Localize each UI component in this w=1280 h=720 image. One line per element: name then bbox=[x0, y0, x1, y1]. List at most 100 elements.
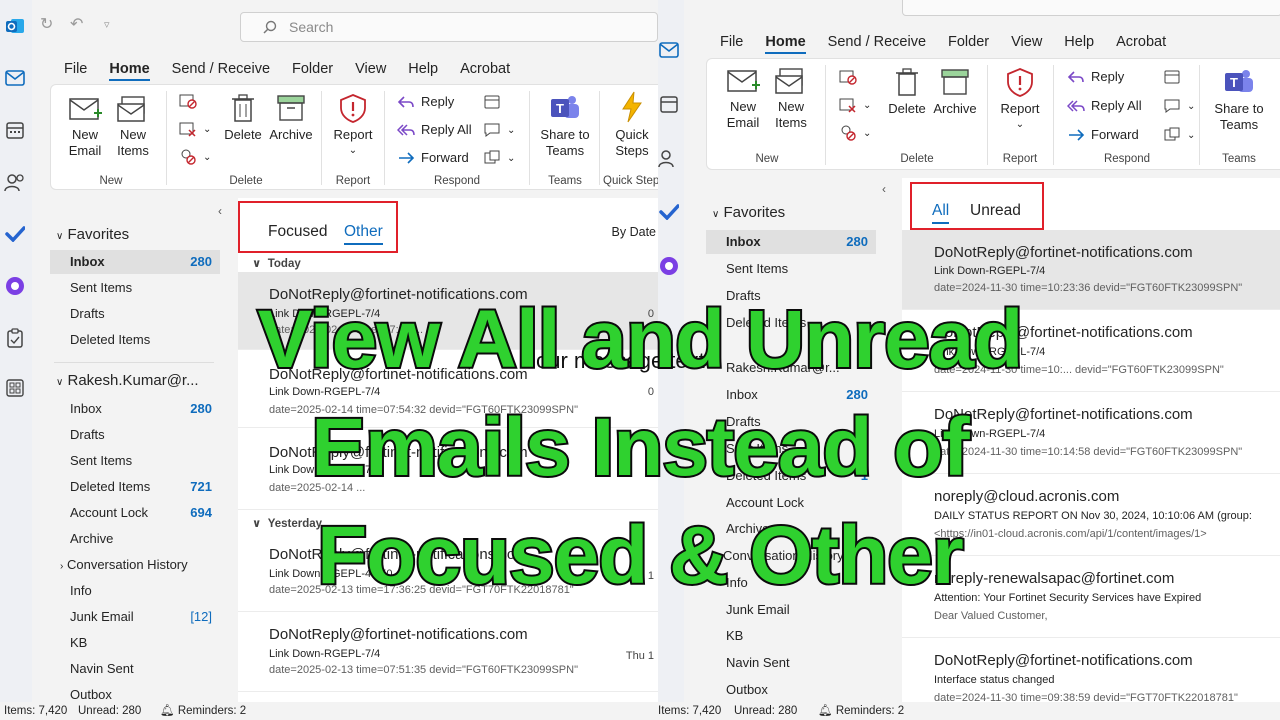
favorites-header[interactable]: ∨ Favorites bbox=[712, 204, 785, 221]
junk-button[interactable]: ⌄ bbox=[839, 125, 871, 141]
forward-button[interactable]: Forward bbox=[397, 150, 469, 165]
new-items-icon bbox=[775, 68, 803, 94]
search-input[interactable]: Search bbox=[240, 12, 658, 42]
mail-icon[interactable] bbox=[3, 66, 27, 90]
menu-send-receive[interactable]: Send / Receive bbox=[172, 61, 270, 81]
menu-bar: File Home Send / Receive Folder View Hel… bbox=[720, 34, 1188, 54]
copilot-icon[interactable] bbox=[658, 254, 681, 278]
menu-file[interactable]: File bbox=[64, 61, 87, 81]
todo-icon[interactable] bbox=[658, 200, 681, 224]
report-button[interactable]: Report ⌄ bbox=[995, 67, 1045, 133]
menu-view[interactable]: View bbox=[355, 61, 386, 81]
more-respond-button[interactable]: ⌄ bbox=[483, 150, 515, 166]
share-to-teams-button[interactable]: T Share to Teams bbox=[537, 93, 593, 159]
calendar-icon[interactable] bbox=[658, 92, 681, 116]
sync-icon[interactable]: ↻ bbox=[40, 14, 53, 34]
cleanup-button[interactable]: ⌄ bbox=[839, 97, 871, 113]
new-items-button[interactable]: New Items bbox=[111, 95, 155, 159]
favorites-header[interactable]: ∨ Favorites bbox=[56, 226, 129, 243]
meeting-button[interactable] bbox=[1163, 69, 1187, 85]
ribbon-separator bbox=[166, 91, 167, 185]
group-report-label: Report bbox=[335, 175, 371, 187]
folder-item[interactable]: Inbox 280 bbox=[706, 230, 876, 254]
new-email-button[interactable]: New Email bbox=[63, 95, 107, 159]
reply-all-button[interactable]: Reply All bbox=[397, 122, 472, 137]
new-email-label: New Email bbox=[726, 99, 760, 130]
sort-by-date[interactable]: By Date bbox=[612, 225, 656, 239]
menu-help[interactable]: Help bbox=[408, 61, 438, 81]
folder-item[interactable]: Outbox bbox=[706, 678, 900, 702]
reply-button[interactable]: Reply bbox=[1067, 69, 1124, 84]
folder-item[interactable]: Inbox 280 bbox=[50, 250, 220, 274]
menu-folder[interactable]: Folder bbox=[948, 34, 989, 54]
im-button[interactable]: ⌄ bbox=[483, 122, 515, 138]
share-to-teams-label: Share to Teams bbox=[1214, 101, 1264, 132]
archive-label: Archive bbox=[933, 101, 977, 116]
folder-item[interactable]: Sent Items bbox=[706, 257, 900, 281]
delete-button[interactable]: Delete bbox=[885, 67, 929, 117]
group-teams-label: Teams bbox=[548, 175, 582, 187]
im-button[interactable]: ⌄ bbox=[1163, 98, 1195, 114]
group-report-label: Report bbox=[1002, 153, 1038, 165]
status-unread: Unread: 280 bbox=[78, 705, 142, 717]
quick-steps-button[interactable]: Quick Steps bbox=[603, 91, 658, 159]
delete-button[interactable]: Delete bbox=[221, 93, 265, 143]
meeting-button[interactable] bbox=[483, 94, 507, 110]
group-respond-label: Respond bbox=[1103, 153, 1151, 165]
status-reminders[interactable]: 🔔︎ Reminders: 2 bbox=[160, 702, 246, 720]
menu-acrobat[interactable]: Acrobat bbox=[460, 61, 510, 81]
new-email-button[interactable]: New Email bbox=[721, 67, 765, 131]
folder-item[interactable]: KB bbox=[50, 631, 220, 655]
menu-file[interactable]: File bbox=[720, 34, 743, 54]
folder-item[interactable]: Navin Sent bbox=[50, 657, 220, 681]
svg-text:T: T bbox=[1230, 75, 1238, 90]
folder-item[interactable]: Navin Sent bbox=[706, 651, 900, 675]
undo-icon[interactable]: ↶ bbox=[70, 14, 83, 34]
group-teams-label: Teams bbox=[1222, 153, 1256, 165]
delete-label: Delete bbox=[888, 101, 926, 116]
reply-all-button[interactable]: Reply All bbox=[1067, 98, 1142, 113]
todo-icon[interactable] bbox=[3, 222, 27, 246]
archive-button[interactable]: Archive bbox=[931, 67, 979, 117]
menu-folder[interactable]: Folder bbox=[292, 61, 333, 81]
menu-view[interactable]: View bbox=[1011, 34, 1042, 54]
list-item[interactable]: DoNotReply@fortinet-notifications.com Li… bbox=[238, 612, 658, 692]
new-items-button[interactable]: New Items bbox=[769, 67, 813, 131]
search-icon bbox=[263, 20, 277, 34]
reply-all-icon bbox=[397, 123, 415, 136]
status-bar: Items: 7,420 Unread: 280 🔔︎ Reminders: 2 bbox=[0, 702, 658, 720]
share-to-teams-button[interactable]: T Share to Teams bbox=[1207, 67, 1271, 133]
ignore-button[interactable] bbox=[839, 69, 863, 85]
menu-help[interactable]: Help bbox=[1064, 34, 1094, 54]
ignore-button[interactable] bbox=[179, 93, 203, 109]
menu-send-receive[interactable]: Send / Receive bbox=[828, 34, 926, 54]
archive-button[interactable]: Archive bbox=[267, 93, 315, 143]
more-respond-button[interactable]: ⌄ bbox=[1163, 127, 1195, 143]
menu-acrobat[interactable]: Acrobat bbox=[1116, 34, 1166, 54]
people-icon[interactable] bbox=[3, 170, 27, 194]
junk-button[interactable]: ⌄ bbox=[179, 149, 211, 165]
forward-button[interactable]: Forward bbox=[1067, 127, 1139, 142]
menu-home[interactable]: Home bbox=[765, 34, 806, 54]
cleanup-button[interactable]: ⌄ bbox=[179, 121, 211, 137]
overlay-line-3: Focused & Other bbox=[315, 508, 966, 603]
archive-icon bbox=[941, 69, 969, 95]
ignore-icon bbox=[179, 94, 197, 109]
status-reminders[interactable]: 🔔︎ Reminders: 2 bbox=[818, 702, 904, 720]
folder-item[interactable]: KB bbox=[706, 624, 900, 648]
shield-warning-icon bbox=[340, 94, 366, 123]
group-new-label: New bbox=[755, 153, 779, 165]
menu-home[interactable]: Home bbox=[109, 61, 150, 81]
calendar-icon[interactable] bbox=[3, 118, 27, 142]
mail-icon[interactable] bbox=[658, 38, 681, 62]
ignore-icon bbox=[839, 70, 857, 85]
collapse-pane-icon[interactable]: ‹ bbox=[882, 182, 886, 196]
customize-qat-icon[interactable]: ▿ bbox=[104, 18, 110, 31]
collapse-pane-icon[interactable]: ‹ bbox=[218, 204, 222, 218]
people-icon[interactable] bbox=[658, 146, 681, 170]
list-item[interactable]: DoNotReply@fortinet-notifications.com In… bbox=[902, 638, 1280, 710]
reply-button[interactable]: Reply bbox=[397, 94, 454, 109]
search-placeholder: Search bbox=[289, 19, 334, 35]
search-input[interactable] bbox=[902, 0, 1280, 16]
report-button[interactable]: Report ⌄ bbox=[329, 93, 377, 159]
